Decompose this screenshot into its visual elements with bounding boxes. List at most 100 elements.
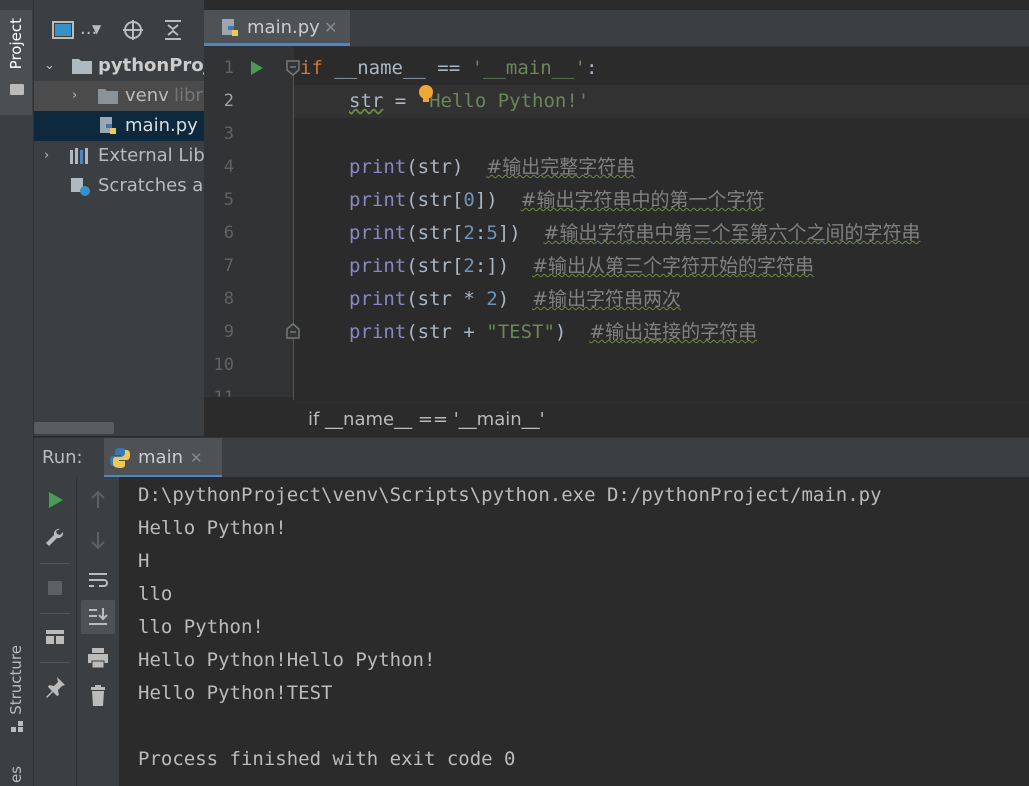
- string-literal: "TEST": [486, 321, 555, 343]
- code-text: (str[: [406, 255, 464, 277]
- tree-item-scratches[interactable]: Scratches ar: [34, 171, 204, 201]
- scratches-icon: [71, 178, 90, 196]
- trash-icon[interactable]: [83, 681, 113, 711]
- console-output[interactable]: D:\pythonProject\venv\Scripts\python.exe…: [120, 477, 1029, 786]
- project-tab-label[interactable]: Project: [7, 18, 25, 69]
- tab-run-main[interactable]: main ✕: [104, 438, 222, 478]
- code-text: (str *: [406, 288, 487, 310]
- fold-icon[interactable]: [286, 60, 300, 76]
- code-comment: #输出从第三个字符开始的字符串: [532, 255, 814, 277]
- code-comment: #输出完整字符串: [486, 156, 636, 178]
- line-number: 1: [223, 58, 234, 78]
- python-file-icon: [222, 19, 238, 36]
- number-literal: 2: [463, 255, 475, 277]
- toolbar-divider: [40, 613, 70, 614]
- arrow-down-icon[interactable]: [83, 525, 113, 555]
- tree-item-main-py[interactable]: main.py: [34, 111, 204, 141]
- folder-icon: [10, 84, 24, 95]
- builtin-function: print: [349, 255, 407, 277]
- close-icon[interactable]: ✕: [324, 18, 337, 37]
- run-label: Run:: [42, 447, 83, 468]
- line-number: 10: [213, 355, 234, 375]
- crosshair-icon[interactable]: [122, 19, 144, 41]
- code-text: :: [586, 57, 598, 79]
- print-icon[interactable]: [83, 643, 113, 673]
- collapse-all-icon[interactable]: [162, 19, 184, 41]
- code-line-4: print(str) #输出完整字符串: [349, 151, 635, 184]
- number-literal: 2: [463, 222, 475, 244]
- line-number: 7: [223, 256, 234, 276]
- console-line: D:\pythonProject\venv\Scripts\python.exe…: [138, 484, 882, 506]
- editor-tab-bar: main.py ✕: [204, 10, 1029, 47]
- tree-item-label: External Libr: [98, 145, 204, 166]
- tree-item-external-libraries[interactable]: › External Libr: [34, 141, 204, 171]
- library-icon: [70, 148, 88, 164]
- folder-icon: [72, 59, 92, 74]
- lightbulb-icon[interactable]: [417, 84, 435, 106]
- fold-guide: [293, 60, 294, 400]
- tab-main-py[interactable]: main.py ✕: [204, 10, 350, 46]
- code-text: :]): [474, 255, 510, 277]
- code-text: (str +: [406, 321, 487, 343]
- tree-item-label: Scratches ar: [98, 175, 204, 196]
- code-line-8: print(str * 2) #输出字符串两次: [349, 283, 681, 316]
- console-line: llo: [138, 583, 173, 605]
- line-number: 3: [223, 124, 234, 144]
- toolbar-divider: [40, 662, 70, 663]
- code-text: (str): [406, 156, 464, 178]
- rerun-icon[interactable]: [40, 485, 70, 515]
- chevron-down-icon[interactable]: ⌄: [44, 51, 55, 81]
- structure-icon: [11, 721, 23, 732]
- builtin-function: print: [349, 189, 407, 211]
- console-line: Hello Python!TEST: [138, 682, 333, 704]
- code-line-7: print(str[2:]) #输出从第三个字符开始的字符串: [349, 250, 814, 283]
- tree-item-label: main.py: [125, 115, 198, 136]
- console-line: llo Python!: [138, 616, 264, 638]
- number-literal: 0: [463, 189, 475, 211]
- toolbar-divider: [40, 563, 70, 564]
- code-text: (str[: [406, 189, 464, 211]
- run-toolbar-primary: [34, 477, 77, 786]
- project-toolbar: ... ▼: [34, 10, 204, 50]
- soft-wrap-icon[interactable]: [83, 565, 113, 595]
- close-icon[interactable]: ✕: [190, 449, 203, 467]
- project-panel: ... ▼ ⌄ pythonProje › venv libr main.py …: [34, 0, 204, 436]
- wrench-icon[interactable]: [40, 523, 70, 553]
- stop-icon[interactable]: [40, 573, 70, 603]
- pin-icon[interactable]: [40, 672, 70, 702]
- code-text: :: [474, 222, 487, 244]
- arrow-up-icon[interactable]: [83, 485, 113, 515]
- line-number: 8: [223, 289, 234, 309]
- line-number: 4: [223, 157, 234, 177]
- tree-item-venv[interactable]: › venv libr: [34, 81, 204, 111]
- builtin-function: print: [349, 321, 407, 343]
- breadcrumb-item[interactable]: if __name__ == '__main__': [308, 403, 545, 437]
- string-literal: '__main__': [471, 57, 586, 79]
- code-text: __name__ ==: [322, 57, 472, 79]
- line-number: 5: [223, 190, 234, 210]
- layout-icon[interactable]: [40, 622, 70, 652]
- run-toolbar-secondary: [77, 477, 120, 786]
- console-line: Hello Python!Hello Python!: [138, 649, 436, 671]
- run-icon[interactable]: [250, 60, 264, 76]
- code-comment: #输出字符串中第三个至第六个之间的字符串: [543, 222, 921, 244]
- python-file-icon: [100, 117, 116, 134]
- line-number: 2: [223, 91, 234, 111]
- scroll-to-end-icon[interactable]: [83, 602, 113, 632]
- console-line: Hello Python!: [138, 517, 287, 539]
- fold-icon[interactable]: [286, 323, 300, 339]
- number-literal: 5: [486, 222, 498, 244]
- code-text: ): [497, 288, 510, 310]
- chevron-right-icon[interactable]: ›: [44, 141, 49, 171]
- chevron-down-icon[interactable]: ▼: [92, 22, 101, 36]
- code-comment: #输出连接的字符串: [589, 321, 758, 343]
- project-view-icon[interactable]: [52, 20, 74, 40]
- horizontal-scrollbar[interactable]: [34, 422, 114, 434]
- extra-tab-label[interactable]: es: [7, 766, 25, 783]
- structure-tab-label[interactable]: Structure: [7, 645, 25, 715]
- tree-item-project-root[interactable]: ⌄ pythonProje: [34, 51, 204, 81]
- chevron-right-icon[interactable]: ›: [72, 81, 77, 111]
- variable: str: [349, 90, 384, 112]
- tree-item-label: pythonProje: [98, 55, 204, 76]
- line-number: 6: [223, 223, 234, 243]
